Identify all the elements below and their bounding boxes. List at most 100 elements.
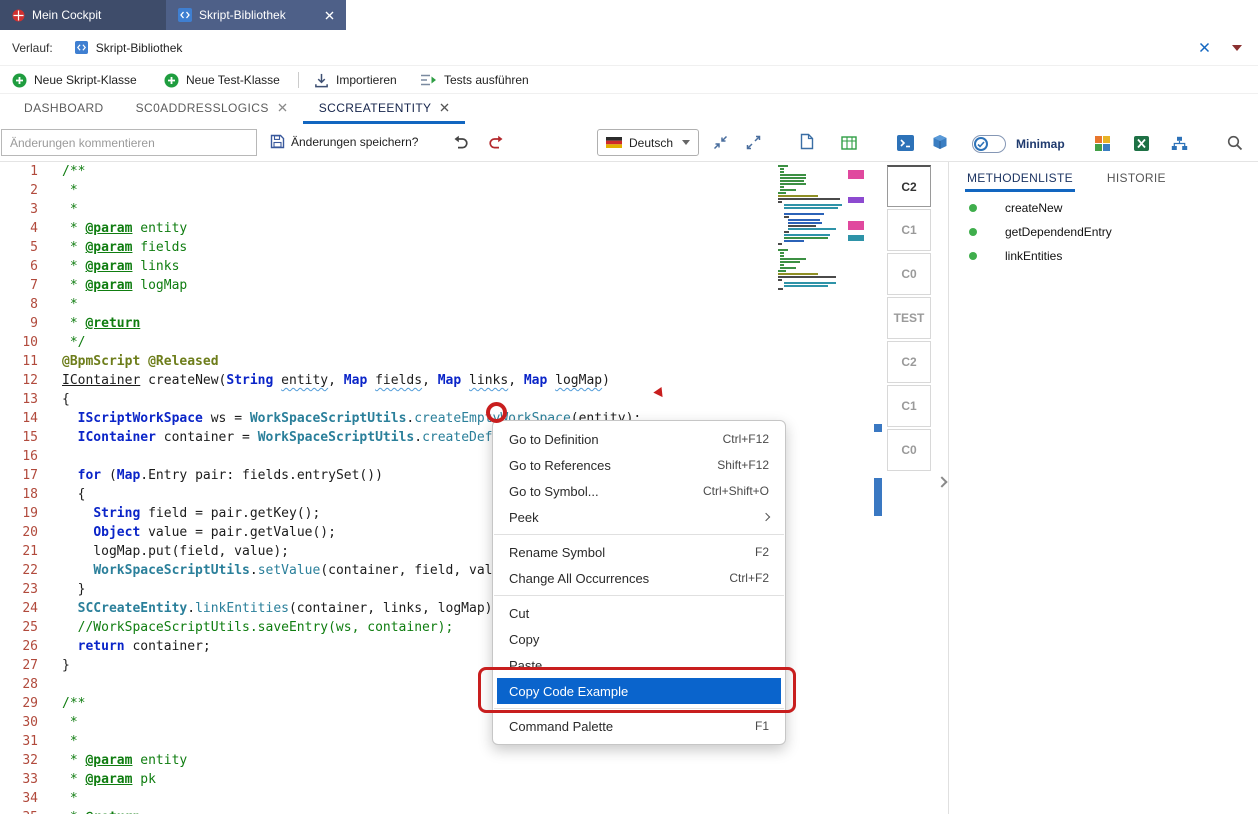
code-line[interactable]: /** xyxy=(62,162,872,181)
close-tab-icon[interactable] xyxy=(440,103,449,112)
import-icon xyxy=(314,73,329,88)
menu-item-shortcut: F1 xyxy=(755,719,769,733)
run-tests-button[interactable]: Tests ausführen xyxy=(420,66,529,94)
code-token: Map xyxy=(344,373,367,388)
strip-tab-c1-2[interactable]: C1 xyxy=(887,209,931,251)
minimap-line xyxy=(778,288,868,290)
menu-item-copy[interactable]: Copy xyxy=(493,626,785,652)
tab-methodenliste[interactable]: METHODENLISTE xyxy=(965,166,1075,192)
menu-item-shortcut: Shift+F12 xyxy=(717,458,769,472)
export-document-button[interactable] xyxy=(800,133,814,150)
menu-item-command-palette[interactable]: Command PaletteF1 xyxy=(493,713,785,739)
code-token xyxy=(547,373,555,388)
minimap-line xyxy=(778,252,868,254)
collapse-editor-button[interactable] xyxy=(713,135,728,150)
menu-item-cut[interactable]: Cut xyxy=(493,600,785,626)
minimap-line xyxy=(778,189,868,191)
close-tab-icon[interactable] xyxy=(278,103,287,112)
method-item-linkentities[interactable]: linkEntities xyxy=(949,244,1258,268)
line-number: 15 xyxy=(0,428,38,447)
method-item-getdependendentry[interactable]: getDependendEntry xyxy=(949,220,1258,244)
close-tab-icon[interactable] xyxy=(325,11,334,20)
menu-item-rename-symbol[interactable]: Rename SymbolF2 xyxy=(493,539,785,565)
expand-editor-button[interactable] xyxy=(746,135,761,150)
language-select[interactable]: Deutsch xyxy=(597,129,699,156)
code-line[interactable]: @BpmScript @Released xyxy=(62,352,872,371)
chevron-right-icon[interactable] xyxy=(936,476,947,487)
code-line[interactable]: { xyxy=(62,390,872,409)
code-line[interactable]: * @param logMap xyxy=(62,276,872,295)
code-line[interactable]: IContainer createNew(String entity, Map … xyxy=(62,371,872,390)
tab-historie[interactable]: HISTORIE xyxy=(1105,166,1168,192)
editor-tab-dashboard[interactable]: DASHBOARD xyxy=(8,94,120,124)
editor-tab-sccreateentity[interactable]: SCCREATEENTITY xyxy=(303,94,466,124)
strip-tab-test-4[interactable]: TEST xyxy=(887,297,931,339)
strip-tab-c0-3[interactable]: C0 xyxy=(887,253,931,295)
minimap-decoration-mark xyxy=(848,197,864,203)
inspect-button[interactable] xyxy=(1227,135,1243,151)
language-value: Deutsch xyxy=(629,136,673,150)
window-tab-skript-bibliothek[interactable]: Skript-Bibliothek xyxy=(166,0,346,30)
script-console-button[interactable] xyxy=(897,135,914,151)
close-history-icon[interactable] xyxy=(1199,42,1210,53)
menu-item-copy-code-example[interactable]: Copy Code Example xyxy=(497,678,781,704)
menu-item-paste[interactable]: Paste xyxy=(493,652,785,678)
menu-item-go-to-references[interactable]: Go to ReferencesShift+F12 xyxy=(493,452,785,478)
code-line[interactable]: * @param entity xyxy=(62,219,872,238)
code-line[interactable]: * @param entity xyxy=(62,751,872,770)
import-button[interactable]: Importieren xyxy=(314,66,397,94)
code-line[interactable]: * @param links xyxy=(62,257,872,276)
line-number: 1 xyxy=(0,162,38,181)
code-token: field = pair.getKey(); xyxy=(140,506,320,521)
code-line[interactable]: * xyxy=(62,295,872,314)
menu-item-shortcut: Ctrl+Shift+O xyxy=(703,484,769,498)
minimap-toggle[interactable] xyxy=(972,135,1006,153)
code-token: ws = xyxy=(203,411,250,426)
redo-button[interactable] xyxy=(488,135,505,150)
code-line[interactable]: * @return xyxy=(62,314,872,333)
code-token: links xyxy=(469,373,508,388)
strip-tab-c2-5[interactable]: C2 xyxy=(887,341,931,383)
code-token: @param xyxy=(85,278,132,293)
code-line[interactable]: * xyxy=(62,181,872,200)
new-script-class-button[interactable]: Neue Skript-Klasse xyxy=(12,66,137,94)
code-line[interactable]: * xyxy=(62,789,872,808)
method-name: linkEntities xyxy=(1005,249,1062,263)
code-token: IContainer xyxy=(78,430,156,445)
line-number: 19 xyxy=(0,504,38,523)
minimap[interactable] xyxy=(778,165,868,297)
excel-export-button[interactable] xyxy=(1134,136,1149,151)
code-line[interactable]: */ xyxy=(62,333,872,352)
minimap-line xyxy=(778,183,868,185)
menu-item-change-all-occurrences[interactable]: Change All OccurrencesCtrl+F2 xyxy=(493,565,785,591)
code-line[interactable]: * xyxy=(62,200,872,219)
table-view-button[interactable] xyxy=(841,136,857,150)
menu-item-go-to-definition[interactable]: Go to DefinitionCtrl+F12 xyxy=(493,426,785,452)
strip-tab-c0-7[interactable]: C0 xyxy=(887,429,931,471)
save-changes-button[interactable]: Änderungen speichern? xyxy=(270,134,418,149)
history-item[interactable]: Skript-Bibliothek xyxy=(96,41,183,55)
window-tab-mein-cockpit[interactable]: Mein Cockpit xyxy=(0,0,166,30)
strip-tab-c1-6[interactable]: C1 xyxy=(887,385,931,427)
color-grid-icon xyxy=(1095,136,1110,151)
undo-button[interactable] xyxy=(452,135,469,150)
menu-item-peek[interactable]: Peek xyxy=(493,504,785,530)
new-test-class-button[interactable]: Neue Test-Klasse xyxy=(164,66,280,94)
scrollbar-thumb[interactable] xyxy=(874,478,882,516)
code-line[interactable]: * @return xyxy=(62,808,872,814)
code-line[interactable]: * @param pk xyxy=(62,770,872,789)
hierarchy-button[interactable] xyxy=(1171,136,1188,151)
strip-tab-c2-1[interactable]: C2 xyxy=(887,165,931,207)
editor-tab-sc0addresslogics[interactable]: SC0ADDRESSLOGICS xyxy=(120,94,303,124)
code-line[interactable]: * @param fields xyxy=(62,238,872,257)
menu-item-go-to-symbol[interactable]: Go to Symbol...Ctrl+Shift+O xyxy=(493,478,785,504)
color-grid-button[interactable] xyxy=(1095,136,1110,151)
package-button[interactable] xyxy=(932,134,948,150)
comment-input[interactable] xyxy=(1,129,257,156)
code-token: IScriptWorkSpace xyxy=(78,411,203,426)
code-token: , xyxy=(422,373,438,388)
history-dropdown-icon[interactable] xyxy=(1232,45,1242,51)
code-token xyxy=(62,525,93,540)
minimap-decoration-mark xyxy=(848,235,864,241)
method-item-createnew[interactable]: createNew xyxy=(949,196,1258,220)
